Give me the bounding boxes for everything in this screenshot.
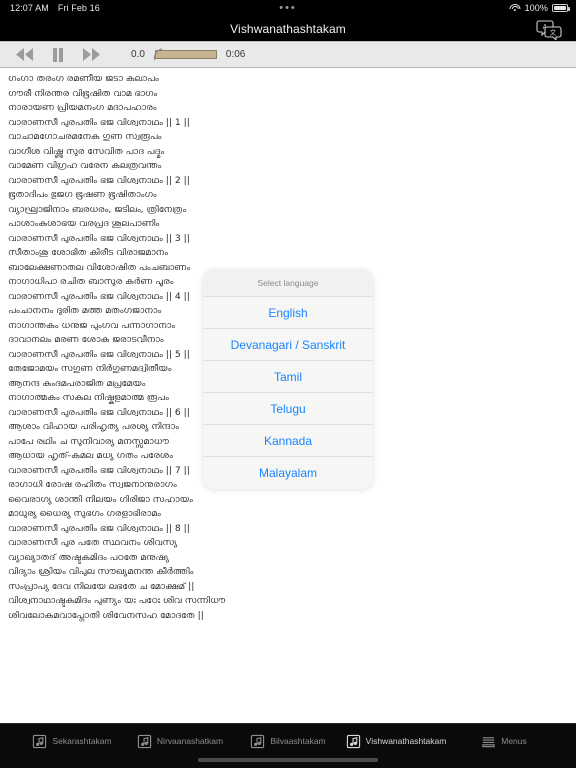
lyric-line: വ്യാഘ്രാജിനാം ബരധരം, ജടിലം, ത്രിനേത്രം	[8, 203, 187, 215]
elapsed-time-label: 0:06	[225, 49, 246, 60]
playback-slider-track	[154, 50, 217, 59]
language-option-malayalam[interactable]: Malayalam	[203, 457, 373, 489]
lyric-line: ഗംഗാ തരംഗ രമണീയ ജടാ കലാപം	[8, 73, 159, 84]
playback-slider-handle-icon	[153, 47, 163, 60]
lyric-line: വാരാണസീ പുര പതേ സ്ഥവനം ശിവസ്യ	[8, 537, 178, 548]
player-toolbar: 0.0 0:06	[0, 41, 576, 68]
language-option-tamil[interactable]: Tamil	[203, 361, 373, 393]
status-bar-right: 100%	[509, 3, 570, 13]
lyric-line: വാഗീശ വിഷ്ണു സുര സേവിത പാദ പദ്മം	[8, 145, 165, 157]
svg-text:文: 文	[550, 28, 557, 37]
language-picker[interactable]: Select language English Devanagari / Sans…	[203, 269, 373, 489]
lyric-line: വിശ്വനാഥാഷ്ടകമിദം പുണ്യം യഃ പഠേഃ ശിവ സന്…	[8, 595, 226, 606]
language-option-devanagari-sanskrit[interactable]: Devanagari / Sanskrit	[203, 329, 373, 361]
status-bar: 12:07 AM Fri Feb 16 ••• 100%	[0, 0, 576, 16]
playback-slider[interactable]	[153, 47, 217, 62]
app-root: 12:07 AM Fri Feb 16 ••• 100% Vishwanatha…	[0, 0, 576, 768]
rewind-icon[interactable]	[8, 44, 41, 66]
home-indicator	[198, 758, 378, 762]
tab-label: Vishwanathashtakam	[365, 736, 447, 746]
lyric-line: വൈരാഗ്യ ശാന്തി നിലയം ഗിരിജാ സഹായം	[8, 493, 193, 505]
lyric-line: നാരായണ പ്രിയമനംഗ മദാപഹാരം	[8, 102, 157, 113]
translate-icon[interactable]: A 文	[532, 18, 564, 40]
lyric-line: സംപ്രാപ്യ ദേവ നിലയേ ലഭതേ ച മോക്ഷമ് ||	[8, 580, 195, 592]
language-option-kannada[interactable]: Kannada	[203, 425, 373, 457]
playback-rate-label: 0.0	[131, 49, 145, 60]
tab-nirvaanashatkam[interactable]: Nirvaanashatkam	[126, 729, 234, 753]
music-note-icon	[137, 734, 152, 749]
music-note-icon	[250, 734, 265, 749]
fast-forward-icon[interactable]	[74, 44, 107, 66]
tab-label: Menus	[501, 736, 527, 746]
music-note-icon	[32, 734, 47, 749]
tab-label: Bilvaashtakam	[270, 736, 326, 746]
lyric-line: പാശാംകുശാഭയ വരപ്രദ ശൂലപാണിം	[8, 218, 160, 229]
menus-icon	[481, 734, 496, 749]
tab-label: Sekarashtakam	[52, 736, 112, 746]
lyric-line: വാരാണസീ പുരപതിം ഭജ വിശ്വനാഥം || 8 ||	[8, 522, 190, 534]
status-bar-dots: •••	[279, 2, 297, 14]
lyric-line: വാമേണ വിഗ്രഹ വരേന കലത്രവന്തം	[8, 160, 162, 171]
tab-sekarashtakam[interactable]: Sekarashtakam	[18, 729, 126, 753]
language-picker-options: English Devanagari / Sanskrit Tamil Telugu K…	[203, 297, 373, 489]
lyric-line: വാചാമഗോചരമനേക ഗുണ സ്വരൂപം	[8, 131, 162, 142]
lyric-line: വാരാണസീ പുരപതിം ഭജ വിശ്വനാഥം || 2 ||	[8, 174, 190, 186]
lyric-line: വ്യാഖ്യാതദ് അഷ്ടകമിദം പഠതേ മനുഷ്യ	[8, 551, 169, 563]
tab-menus[interactable]: Menus	[450, 729, 558, 753]
tab-label: Nirvaanashatkam	[156, 736, 224, 746]
lyric-line: സീതാംശു ശോഭിത കിരീട വിരാജമാനം	[8, 247, 168, 258]
page-title: Vishwanathashtakam	[230, 21, 346, 36]
wifi-icon	[509, 4, 521, 12]
battery-percent-label: 100%	[524, 3, 548, 13]
pause-icon[interactable]	[41, 44, 74, 66]
lyric-line: ഗൗരീ നിരന്തര വിഭൂഷിത വാമ ഭാഗം	[8, 87, 158, 99]
lyric-line: വാരാണസീ പുരപതിം ഭജ വിശ്വനാഥം || 3 ||	[8, 232, 190, 244]
battery-icon	[552, 4, 570, 12]
tab-bar-items: Sekarashtakam Nirvaanashatkam Bilvaashtaka…	[18, 729, 558, 753]
tab-bilvaashtakam[interactable]: Bilvaashtakam	[234, 729, 342, 753]
language-picker-header: Select language	[203, 269, 373, 297]
lyric-line: ഭൂതാദിപം ഭുജഗ ഭൂഷണ ഭൂഷിതാംഗം	[8, 189, 157, 200]
lyric-line: മാധുര്യ ധൈര്യ സുഭഗം ഗരളാഭിരാമം	[8, 508, 161, 519]
lyric-line: വാരാണസീ പുരപതിം ഭജ വിശ്വനാഥം || 1 ||	[8, 116, 190, 128]
lyric-line: ശിവലോകമവാപ്നോതി ശിവേനസഹ മോദതേ ||	[8, 609, 204, 621]
music-note-icon	[346, 734, 361, 749]
tab-vishwanathashtakam[interactable]: Vishwanathashtakam	[342, 729, 450, 753]
lyric-line: വിദ്യാം ശ്രിയം വിപുല സൗഖ്യമനന്ത കീർത്തിം	[8, 566, 194, 577]
tab-bar: Sekarashtakam Nirvaanashatkam Bilvaashtaka…	[0, 723, 576, 768]
navigation-bar: Vishwanathashtakam A 文	[0, 16, 576, 41]
language-option-telugu[interactable]: Telugu	[203, 393, 373, 425]
language-option-english[interactable]: English	[203, 297, 373, 329]
